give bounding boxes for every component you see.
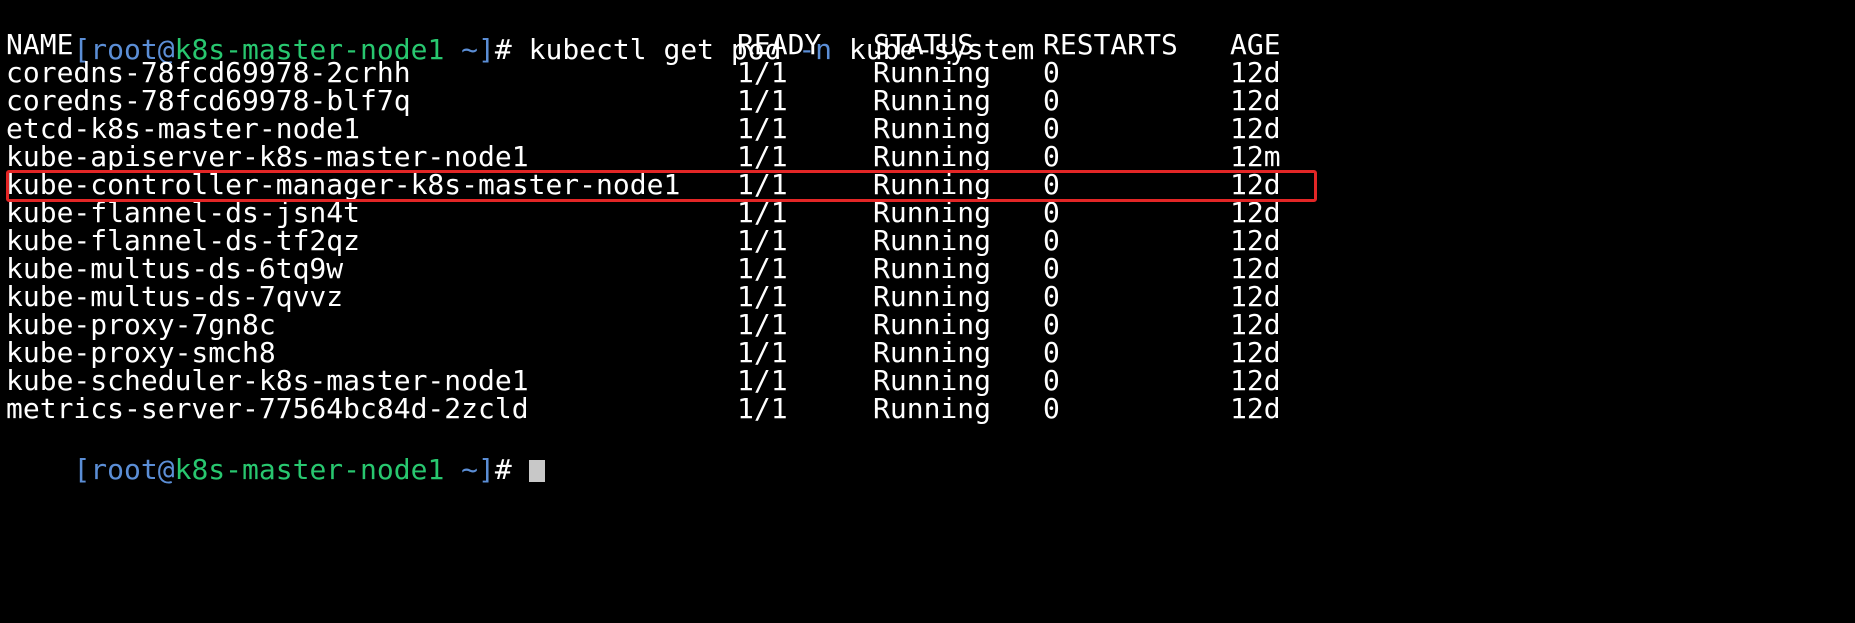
prompt-sign: # [494,33,529,66]
prompt-sign: # [494,453,529,486]
highlight-box [6,170,1317,202]
pod-restarts: 0 [1043,392,1060,425]
prompt-at: @ [157,453,175,486]
pod-ready: 1/1 [737,392,788,425]
prompt-close-bracket: ] [478,33,495,66]
terminal-window[interactable]: [root@k8s-master-node1 ~]# kubectl get p… [6,0,1855,506]
pod-status: Running [873,392,992,425]
prompt-open-bracket: [ [73,453,91,486]
prompt-dir: ~ [444,453,479,486]
pod-age: 12d [1230,392,1281,425]
prompt-close-bracket: ] [478,453,495,486]
next-prompt-line[interactable]: [root@k8s-master-node1 ~]# [6,420,545,486]
header-restarts: RESTARTS [1043,28,1178,61]
text-cursor[interactable] [528,460,545,482]
prompt-host: k8s-master-node1 [174,453,445,486]
prompt-dir: ~ [444,33,479,66]
prompt-user: root [90,453,158,486]
